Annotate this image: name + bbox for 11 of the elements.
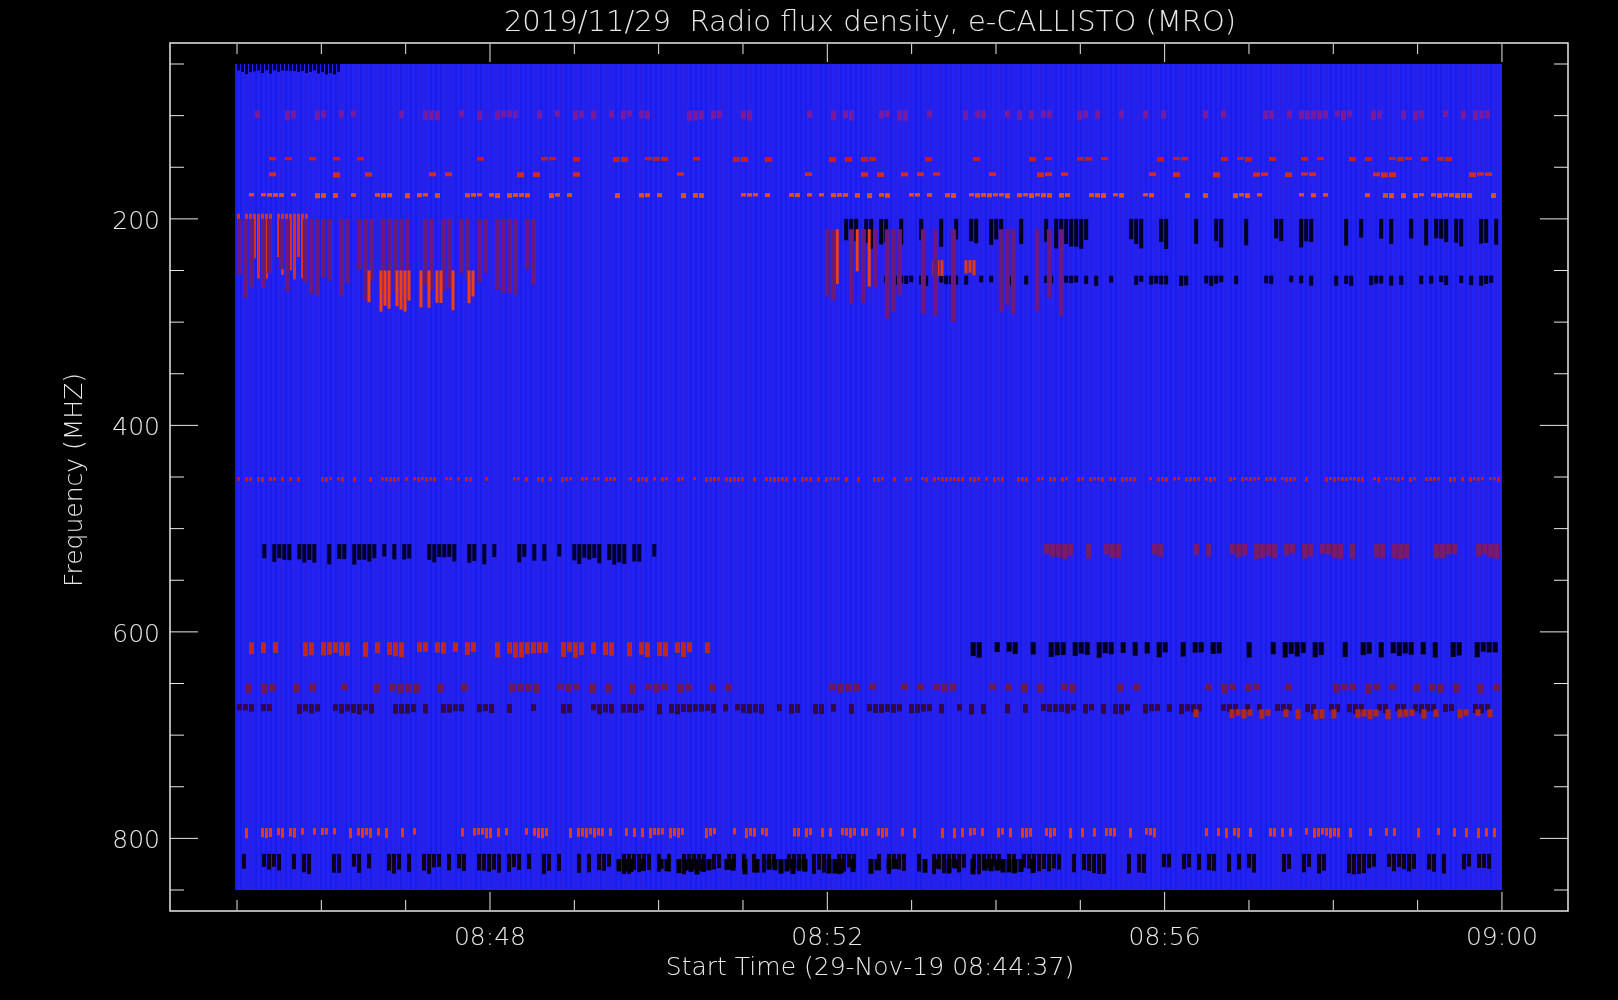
y-tick-label: 400 bbox=[112, 412, 160, 442]
y-tick-label: 600 bbox=[112, 618, 160, 648]
y-tick-label: 200 bbox=[112, 205, 160, 235]
y-axis-label: Frequency (MHZ) bbox=[59, 372, 88, 588]
x-tick-label: 09:00 bbox=[1465, 922, 1538, 951]
x-tick-label: 08:48 bbox=[453, 922, 526, 951]
x-tick-label: 08:52 bbox=[791, 922, 864, 951]
chart-title: 2019/11/29 Radio flux density, e-CALLISTO (MRO) bbox=[503, 4, 1237, 38]
y-tick-label: 800 bbox=[112, 825, 160, 855]
x-axis-label: Start Time (29-Nov-19 08:44:37) bbox=[665, 952, 1075, 981]
x-tick-label: 08:56 bbox=[1128, 922, 1201, 951]
